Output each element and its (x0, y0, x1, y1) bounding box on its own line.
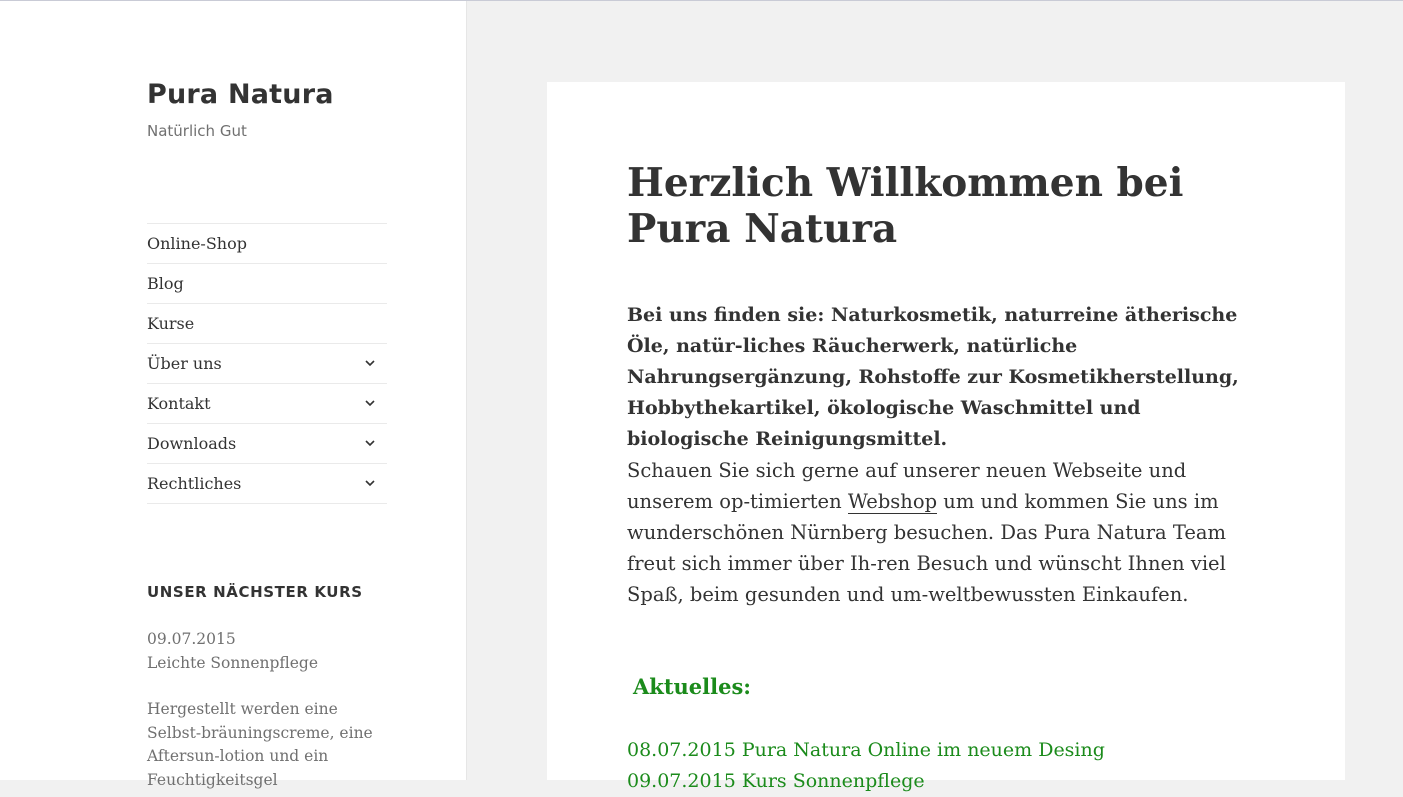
news-item[interactable]: 09.07.2015 Kurs Sonnenpflege (627, 766, 1267, 797)
nav-item-kontakt[interactable]: Kontakt (147, 384, 387, 424)
nav-item-label: Kontakt (147, 394, 211, 413)
news-heading: Aktuelles: (633, 674, 752, 699)
page-title: Herzlich Willkommen bei Pura Natura (627, 160, 1184, 252)
nav-item-label: Blog (147, 274, 184, 293)
course-name: Leichte Sonnenpflege (147, 653, 319, 672)
widget-title: UNSER NÄCHSTER KURS (147, 583, 363, 601)
intro-paragraph: Schauen Sie sich gerne auf unserer neuen… (627, 455, 1267, 610)
nav-item-blog[interactable]: Blog (147, 264, 387, 304)
main-navigation: Online-Shop Blog Kurse Über uns Kontakt … (147, 223, 387, 504)
chevron-down-icon[interactable] (363, 357, 377, 371)
nav-item-kurse[interactable]: Kurse (147, 304, 387, 344)
nav-item-downloads[interactable]: Downloads (147, 424, 387, 464)
nav-item-label: Downloads (147, 434, 237, 453)
news-list: 08.07.2015 Pura Natura Online im neuem D… (627, 735, 1267, 797)
nav-item-label: Kurse (147, 314, 195, 333)
chevron-down-icon[interactable] (363, 437, 377, 451)
intro-lead: Bei uns finden sie: Naturkosmetik, natur… (627, 304, 1239, 450)
sidebar: Pura Natura Natürlich Gut Online-Shop Bl… (0, 1, 467, 789)
course-description: Hergestellt werden eine Selbst-bräunings… (147, 700, 373, 789)
nav-item-label: Über uns (147, 354, 222, 373)
site-title[interactable]: Pura Natura (147, 79, 334, 110)
nav-item-online-shop[interactable]: Online-Shop (147, 224, 387, 264)
site-tagline: Natürlich Gut (147, 122, 247, 140)
widget-course: 09.07.2015 Leichte Sonnenpflege (147, 628, 392, 675)
webshop-link[interactable]: Webshop (847, 490, 938, 514)
nav-item-rechtliches[interactable]: Rechtliches (147, 464, 387, 504)
chevron-down-icon[interactable] (363, 397, 377, 411)
nav-item-label: Online-Shop (147, 234, 247, 253)
nav-item-ueber-uns[interactable]: Über uns (147, 344, 387, 384)
news-item[interactable]: 08.07.2015 Pura Natura Online im neuem D… (627, 735, 1267, 766)
course-date: 09.07.2015 (147, 630, 236, 648)
chevron-down-icon[interactable] (363, 477, 377, 491)
nav-item-label: Rechtliches (147, 474, 242, 493)
main-content: Herzlich Willkommen bei Pura Natura Bei … (547, 82, 1345, 792)
